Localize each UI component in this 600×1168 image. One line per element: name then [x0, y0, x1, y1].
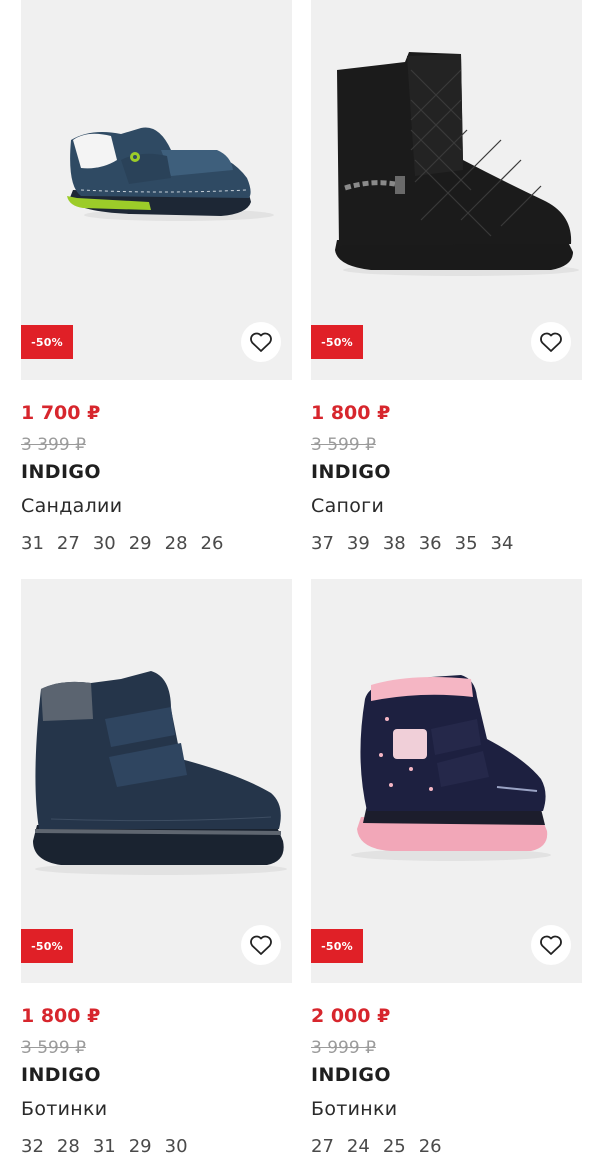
brand-name: INDIGO	[311, 461, 391, 483]
product-name: Ботинки	[311, 1098, 398, 1120]
product-photo[interactable]: -50%	[311, 579, 582, 983]
discount-badge: -50%	[311, 929, 363, 963]
old-price: 3 599 ₽	[311, 435, 376, 455]
product-card[interactable]: -50% 2 000 ₽ 3 999 ₽ INDIGO Ботинки 27 2…	[311, 579, 582, 1168]
size-option[interactable]: 28	[57, 1136, 80, 1157]
current-price: 1 700 ₽	[21, 402, 101, 424]
size-list: 32 28 31 29 30	[21, 1136, 188, 1157]
product-card[interactable]: -50% 1 800 ₽ 3 599 ₽ INDIGO Ботинки 32 2…	[21, 579, 292, 1168]
size-option[interactable]: 27	[311, 1136, 334, 1157]
favorite-button[interactable]	[241, 925, 281, 965]
ankle-boot-image	[33, 671, 287, 875]
size-option[interactable]: 37	[311, 533, 334, 554]
heart-icon	[540, 332, 562, 352]
current-price: 2 000 ₽	[311, 1005, 391, 1027]
product-card[interactable]: -50% 1 800 ₽ 3 599 ₽ INDIGO Сапоги 37 39…	[311, 0, 582, 584]
winter-boot-image	[351, 675, 551, 861]
heart-icon	[250, 935, 272, 955]
favorite-button[interactable]	[241, 322, 281, 362]
size-option[interactable]: 31	[21, 533, 44, 554]
size-option[interactable]: 32	[21, 1136, 44, 1157]
size-option[interactable]: 26	[201, 533, 224, 554]
favorite-button[interactable]	[531, 322, 571, 362]
current-price: 1 800 ₽	[311, 402, 391, 424]
size-list: 31 27 30 29 28 26	[21, 533, 223, 554]
favorite-button[interactable]	[531, 925, 571, 965]
size-option[interactable]: 36	[419, 533, 442, 554]
heart-icon	[250, 332, 272, 352]
brand-name: INDIGO	[311, 1064, 391, 1086]
size-option[interactable]: 30	[93, 533, 116, 554]
size-option[interactable]: 39	[347, 533, 370, 554]
product-grid: -50% 1 700 ₽ 3 399 ₽ INDIGO Сандалии 31 …	[0, 0, 600, 1168]
heart-icon	[540, 935, 562, 955]
size-option[interactable]: 29	[129, 1136, 152, 1157]
size-option[interactable]: 28	[165, 533, 188, 554]
size-option[interactable]: 26	[419, 1136, 442, 1157]
product-name: Ботинки	[21, 1098, 108, 1120]
size-option[interactable]: 24	[347, 1136, 370, 1157]
size-option[interactable]: 25	[383, 1136, 406, 1157]
old-price: 3 399 ₽	[21, 435, 86, 455]
size-list: 27 24 25 26	[311, 1136, 442, 1157]
brand-name: INDIGO	[21, 461, 101, 483]
product-photo[interactable]: -50%	[311, 0, 582, 380]
size-option[interactable]: 31	[93, 1136, 116, 1157]
brand-name: INDIGO	[21, 1064, 101, 1086]
size-option[interactable]: 38	[383, 533, 406, 554]
product-name: Сапоги	[311, 495, 385, 517]
size-option[interactable]: 34	[491, 533, 514, 554]
discount-badge: -50%	[311, 325, 363, 359]
discount-badge: -50%	[21, 325, 73, 359]
old-price: 3 599 ₽	[21, 1038, 86, 1058]
current-price: 1 800 ₽	[21, 1005, 101, 1027]
size-option[interactable]: 30	[165, 1136, 188, 1157]
product-card[interactable]: -50% 1 700 ₽ 3 399 ₽ INDIGO Сандалии 31 …	[21, 0, 292, 584]
old-price: 3 999 ₽	[311, 1038, 376, 1058]
size-list: 37 39 38 36 35 34	[311, 533, 513, 554]
product-name: Сандалии	[21, 495, 123, 517]
size-option[interactable]: 29	[129, 533, 152, 554]
size-option[interactable]: 27	[57, 533, 80, 554]
product-photo[interactable]: -50%	[21, 579, 292, 983]
discount-badge: -50%	[21, 929, 73, 963]
size-option[interactable]: 35	[455, 533, 478, 554]
product-photo[interactable]: -50%	[21, 0, 292, 380]
